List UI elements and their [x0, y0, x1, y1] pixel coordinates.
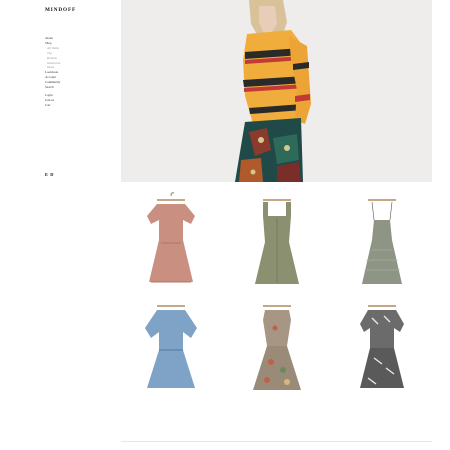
product-image-check-dress — [362, 199, 402, 284]
sidebar: MINDOFF About Shop All Items Top Bottom … — [0, 0, 120, 450]
product-card[interactable] — [121, 298, 221, 402]
product-image-bw-floral-dress — [360, 305, 404, 388]
product-image-floral-dress — [253, 305, 301, 390]
product-image-blue-dress — [145, 305, 197, 388]
hero-image[interactable] — [121, 0, 432, 182]
product-card[interactable] — [332, 298, 432, 402]
nav-item-all-items[interactable]: All Items — [45, 46, 60, 51]
product-card[interactable] — [121, 190, 221, 294]
product-card[interactable] — [332, 190, 432, 294]
main-nav: About Shop All Items Top Bottom Outerwea… — [45, 36, 60, 108]
product-card[interactable] — [227, 298, 327, 402]
product-card[interactable] — [227, 190, 327, 294]
footer-divider — [121, 441, 432, 442]
product-image-olive-dress — [255, 199, 299, 284]
language-switch[interactable]: E D — [45, 172, 54, 177]
hero-illustration — [121, 0, 432, 182]
brand-logo[interactable]: MINDOFF — [45, 7, 76, 13]
nav-item-cart[interactable]: Cart — [45, 103, 60, 108]
product-image-pink-dress — [147, 192, 195, 283]
